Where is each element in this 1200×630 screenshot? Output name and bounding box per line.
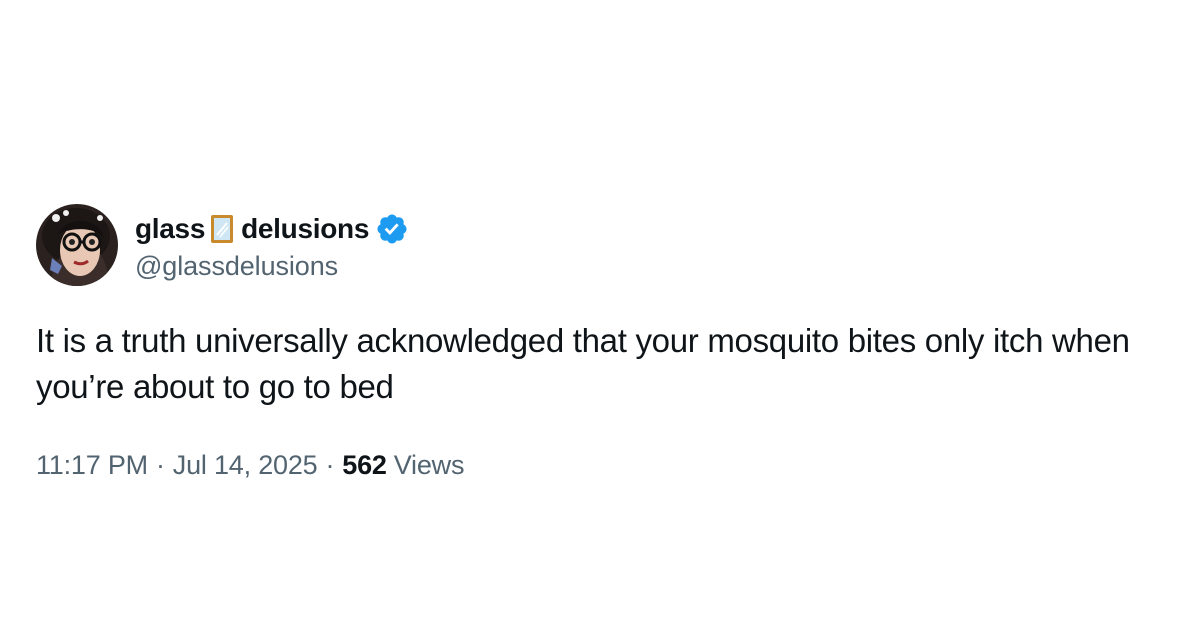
tweet-date[interactable]: Jul 14, 2025 xyxy=(173,450,318,481)
meta-separator: · xyxy=(155,450,165,480)
tweet-text: It is a truth universally acknowledged t… xyxy=(36,322,1130,405)
display-name-row[interactable]: glass delusions xyxy=(135,209,409,249)
meta-separator: · xyxy=(325,450,335,480)
mirror-icon xyxy=(209,213,235,245)
display-name-part2[interactable]: delusions xyxy=(241,213,369,245)
tweet-header: glass delusions @glassdelusions xyxy=(36,203,1176,287)
verified-badge-icon[interactable] xyxy=(375,212,409,246)
author-names: glass delusions @glassdelusions xyxy=(135,209,409,282)
avatar[interactable] xyxy=(36,204,118,286)
display-name-part1[interactable]: glass xyxy=(135,213,205,245)
tweet-time[interactable]: 11:17 PM xyxy=(36,450,148,481)
tweet-meta: 11:17 PM · Jul 14, 2025 · 562 Views xyxy=(36,450,1176,481)
views-count[interactable]: 562 xyxy=(342,450,387,481)
views-label[interactable]: Views xyxy=(394,450,465,481)
author-handle[interactable]: @glassdelusions xyxy=(135,251,409,282)
tweet-card: glass delusions @glassdelusions It is a … xyxy=(36,203,1176,481)
